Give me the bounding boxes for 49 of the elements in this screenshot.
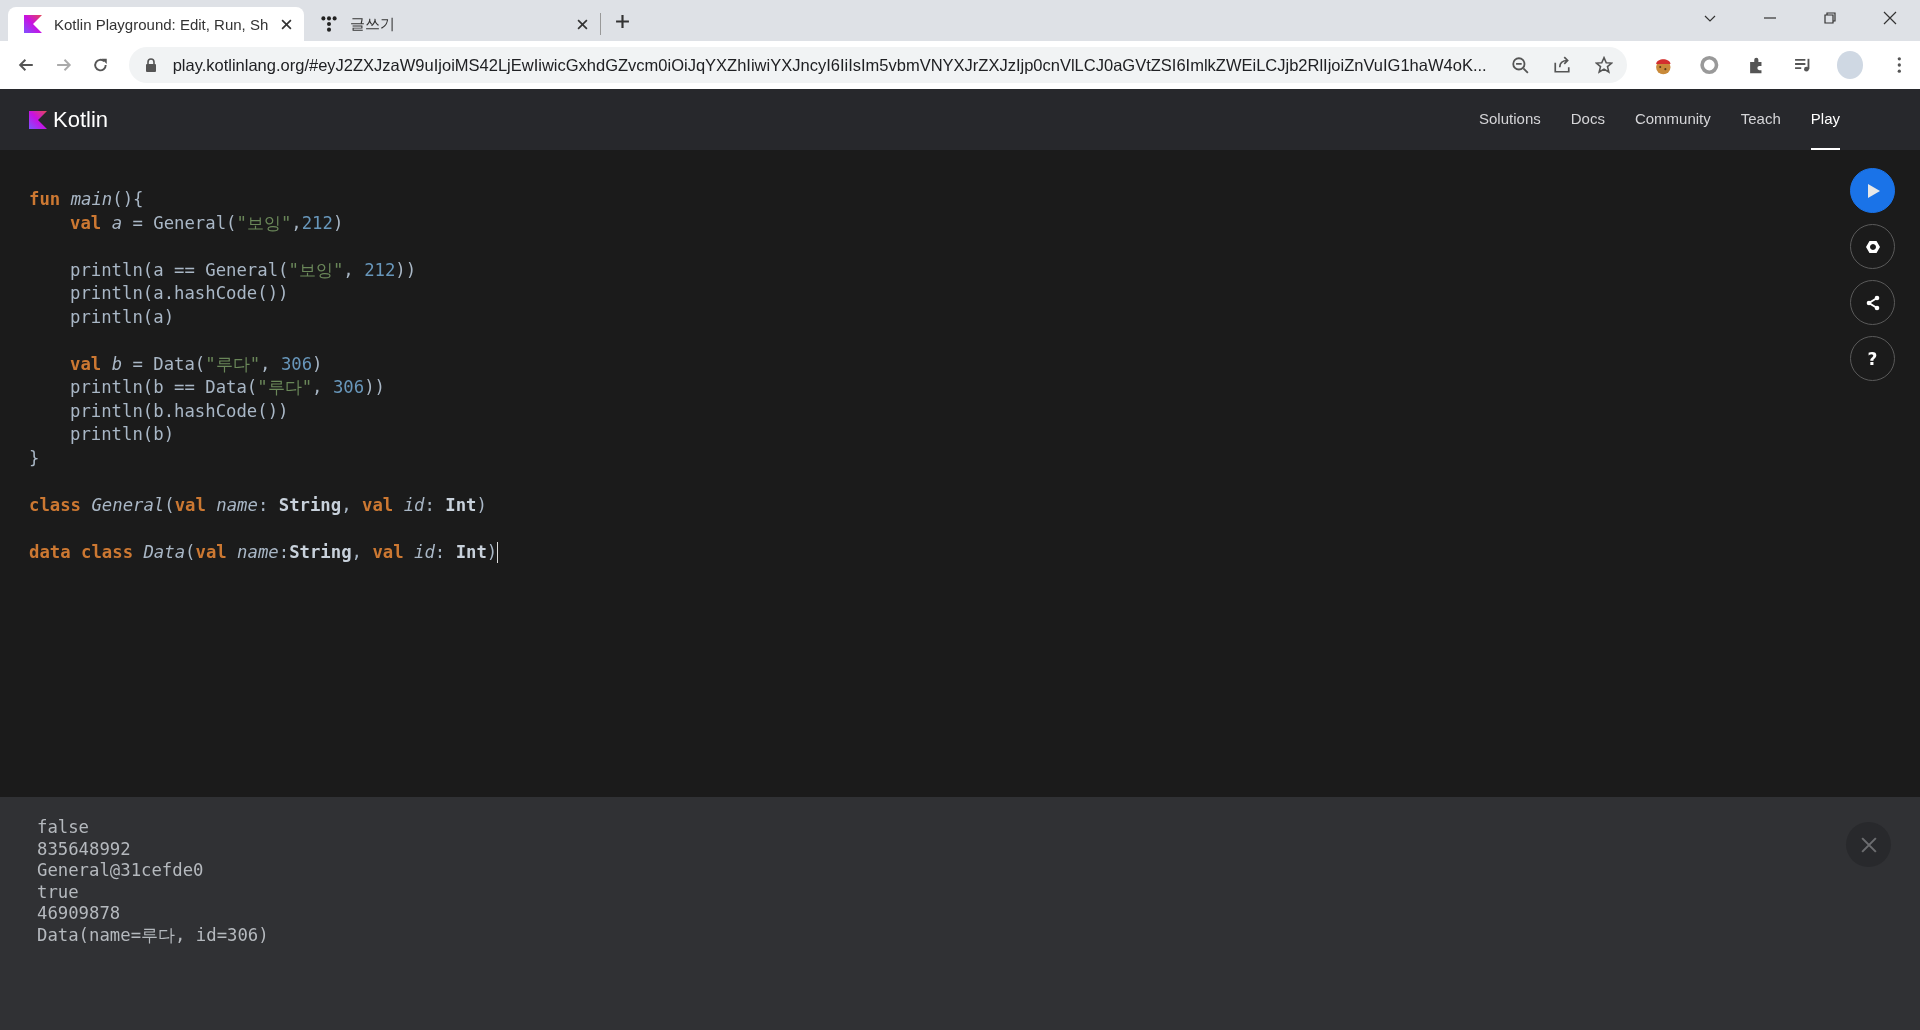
kotlin-wordmark[interactable]: Kotlin xyxy=(53,106,109,133)
nav-link[interactable]: Community xyxy=(1634,89,1711,150)
restore-icon[interactable] xyxy=(1823,11,1837,25)
close-icon[interactable] xyxy=(281,18,292,30)
close-icon xyxy=(1860,836,1877,853)
lock-icon xyxy=(144,58,157,72)
code-line: data class Data(val name:String, val id: Int) xyxy=(29,540,500,564)
nav-link[interactable]: Solutions xyxy=(1479,89,1541,150)
plus-icon[interactable] xyxy=(615,14,630,29)
code-line: println(b) xyxy=(69,423,176,446)
kotlin-logo-icon xyxy=(24,15,42,33)
address-bar[interactable]: play.kotlinlang.org/#eyJ2ZXJzaW9uIjoiMS42LjEwIiwicGxhdGZvcm0iOiJqYXZhIiwiYXJncyI6IiIsIm5vbmVNYXJrZXJzIjp0cnVlLCJ0aGVtZSI6ImlkZWEiLCJjb2RlIjoiZnVuIG1haW4oK... xyxy=(128,47,1627,83)
settings-button[interactable] xyxy=(1850,224,1895,269)
code-line: class General(val name: String, val id: Int) xyxy=(29,493,488,517)
output-line: true xyxy=(37,881,80,903)
output-line: 835648992 xyxy=(37,838,132,860)
hexagon-icon xyxy=(1864,238,1881,255)
reload-icon[interactable] xyxy=(91,56,109,74)
code-line: println(a) xyxy=(69,305,176,329)
share-icon xyxy=(1864,294,1881,311)
close-icon[interactable] xyxy=(1883,11,1897,25)
code-line: println(b.hashCode()) xyxy=(69,399,290,423)
zoom-out-icon[interactable] xyxy=(1510,56,1529,74)
back-arrow-icon[interactable] xyxy=(18,56,35,74)
url-text: play.kotlinlang.org/#eyJ2ZXJzaW9uIjoiMS42LjEwIiwicGxhdGZvcm0iOiJqYXZhIiwiYXJncyI6IiIsIm5vbmVNYXJrZXJzIjp0cnVlLCJ0aGVtZSI6ImlkZWEiLCJjb2RlIjoiZnVuIG1haW4oK... xyxy=(172,55,1487,75)
ring-icon[interactable] xyxy=(1699,54,1720,76)
code-line: val b = Data("루다", 306) xyxy=(69,352,324,376)
share-button[interactable] xyxy=(1850,280,1895,325)
browser-tab[interactable]: 글쓰기 xyxy=(304,7,600,41)
nav-link[interactable]: Teach xyxy=(1740,89,1781,150)
code-line: val a = General("보잉",212) xyxy=(69,211,345,235)
code-line: println(a == General("보잉", 212)) xyxy=(69,258,418,282)
run-button[interactable] xyxy=(1850,168,1895,213)
code-line: println(b == Data("루다", 306)) xyxy=(69,376,386,399)
browser-tab[interactable]: Kotlin Playground: Edit, Run, Sh xyxy=(8,7,304,41)
nav-link[interactable]: Docs xyxy=(1570,89,1605,150)
code-line: println(a.hashCode()) xyxy=(69,282,290,305)
star-icon[interactable] xyxy=(1594,56,1613,74)
output-line: false xyxy=(37,817,91,839)
code-line: } xyxy=(29,446,41,470)
output-line: Data(name=루다, id=306) xyxy=(37,924,270,946)
code-line: fun main(){ xyxy=(29,188,145,211)
share-icon[interactable] xyxy=(1552,56,1571,74)
close-icon[interactable] xyxy=(577,18,588,30)
output-line: 46909878 xyxy=(37,903,122,925)
output-line: General@31cefde0 xyxy=(37,860,205,882)
kotlin-logo-icon[interactable] xyxy=(29,110,47,129)
help-button[interactable]: ? xyxy=(1850,336,1895,381)
dots-icon xyxy=(320,15,338,33)
